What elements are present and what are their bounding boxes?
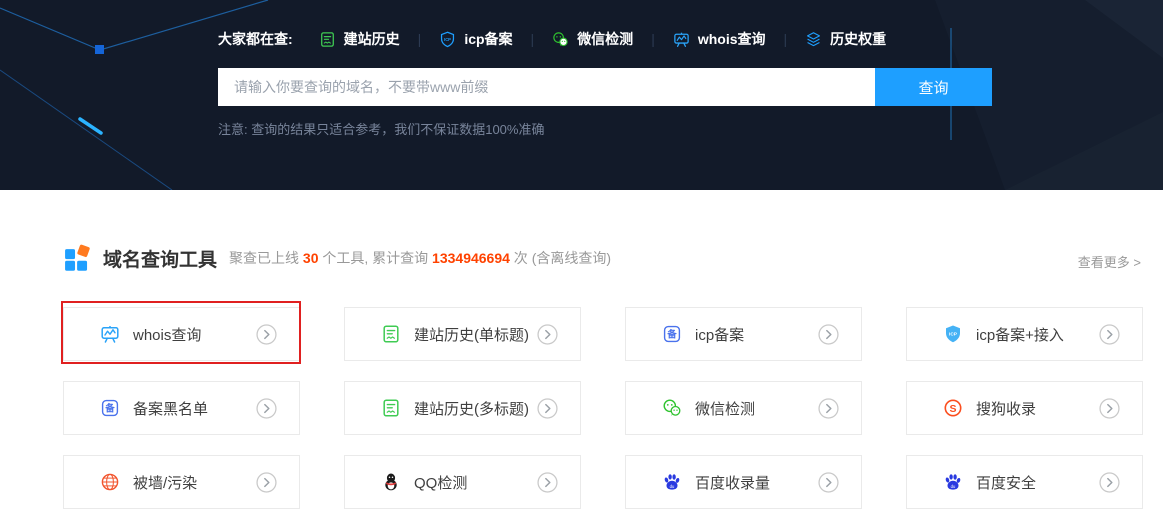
chevron-right-circle-icon[interactable] — [537, 324, 558, 345]
tool-card-site-history-multi[interactable]: 建站历史(多标题) — [344, 381, 581, 435]
tools-section-header: 域名查询工具 聚查已上线 30 个工具, 累计查询 1334946694 次 (… — [63, 244, 611, 272]
tool-card-blocked-polluted[interactable]: 被墙/污染 — [63, 455, 300, 509]
whois-icon — [100, 324, 120, 344]
section-stats: 聚查已上线 30 个工具, 累计查询 1334946694 次 (含离线查询) — [229, 248, 611, 268]
nav-item-whois-lookup[interactable]: whois查询 — [673, 29, 766, 49]
history-icon — [381, 324, 401, 344]
nav-divider: | — [418, 31, 422, 47]
tool-card-qq-check[interactable]: QQ检测 — [344, 455, 581, 509]
search-button[interactable]: 查询 — [875, 68, 992, 106]
chevron-right-circle-icon[interactable] — [256, 398, 277, 419]
chevron-right-circle-icon[interactable] — [537, 398, 558, 419]
tool-card-wechat-check[interactable]: 微信检测 — [625, 381, 862, 435]
nav-item-label: icp备案 — [464, 29, 512, 49]
whois-icon — [673, 31, 690, 48]
nav-item-site-history[interactable]: 建站历史 — [319, 29, 400, 49]
nav-item-wechat-check[interactable]: 微信检测 — [552, 29, 633, 49]
wechat-icon — [662, 398, 682, 418]
history-icon — [319, 31, 336, 48]
chevron-right-circle-icon[interactable] — [256, 472, 277, 493]
tool-card-baidu-index[interactable]: 百度收录量 — [625, 455, 862, 509]
search-disclaimer: 注意: 查询的结果只适合参考，我们不保证数据100%准确 — [218, 119, 544, 138]
nav-divider: | — [651, 31, 655, 47]
nav-item-label: whois查询 — [698, 29, 766, 49]
tool-card-sogou-index[interactable]: 搜狗收录 — [906, 381, 1143, 435]
wechat-icon — [552, 31, 569, 48]
tool-card-icp-record[interactable]: icp备案 — [625, 307, 862, 361]
icp-badge-icon — [943, 324, 963, 344]
chevron-right-circle-icon[interactable] — [818, 472, 839, 493]
tool-card-whois[interactable]: whois查询 — [63, 307, 300, 361]
nav-item-icp-record[interactable]: icp备案 — [439, 29, 512, 49]
chevron-right-circle-icon[interactable] — [1099, 398, 1120, 419]
blocked-globe-icon — [100, 472, 120, 492]
domain-search-bar: 查询 — [218, 68, 992, 106]
tool-card-icp-record-access[interactable]: icp备案+接入 — [906, 307, 1143, 361]
view-more-link[interactable]: 查看更多 > — [1078, 252, 1141, 271]
chevron-right-circle-icon[interactable] — [818, 398, 839, 419]
chevron-right-circle-icon[interactable] — [1099, 324, 1120, 345]
chevron-right-circle-icon[interactable] — [256, 324, 277, 345]
nav-item-label: 微信检测 — [577, 29, 633, 49]
baidu-paw-icon — [662, 472, 682, 492]
layers-icon — [805, 31, 822, 48]
sogou-icon — [943, 398, 963, 418]
tool-card-record-blacklist[interactable]: 备案黑名单 — [63, 381, 300, 435]
chevron-right-circle-icon[interactable] — [1099, 472, 1120, 493]
icp-shield-icon — [439, 31, 456, 48]
query-count: 1334946694 — [432, 250, 510, 266]
nav-item-label: 历史权重 — [830, 29, 886, 49]
hot-queries-nav: 大家都在查: 建站历史 | icp备案 | 微信检测 | whois查询 | 历… — [218, 29, 886, 49]
beian-shield-icon — [100, 398, 120, 418]
qq-icon — [381, 472, 401, 492]
hot-queries-label: 大家都在查: — [218, 29, 293, 49]
history-icon — [381, 398, 401, 418]
hero-banner: 大家都在查: 建站历史 | icp备案 | 微信检测 | whois查询 | 历… — [0, 0, 1163, 190]
baidu-paw-icon — [943, 472, 963, 492]
nav-item-label: 建站历史 — [344, 29, 400, 49]
nav-divider: | — [784, 31, 788, 47]
tool-card-baidu-security[interactable]: 百度安全 — [906, 455, 1143, 509]
beian-shield-icon — [662, 324, 682, 344]
chevron-right-circle-icon[interactable] — [818, 324, 839, 345]
squares-icon — [63, 244, 91, 272]
domain-search-input[interactable] — [218, 68, 875, 106]
tool-count: 30 — [303, 250, 319, 266]
tool-card-site-history-single[interactable]: 建站历史(单标题) — [344, 307, 581, 361]
nav-item-history-weight[interactable]: 历史权重 — [805, 29, 886, 49]
tools-grid: whois查询 建站历史(单标题) icp备案 icp备案+接入 备案黑名单 建… — [63, 307, 1143, 509]
section-title: 域名查询工具 — [103, 245, 217, 272]
nav-divider: | — [531, 31, 535, 47]
chevron-right-circle-icon[interactable] — [537, 472, 558, 493]
